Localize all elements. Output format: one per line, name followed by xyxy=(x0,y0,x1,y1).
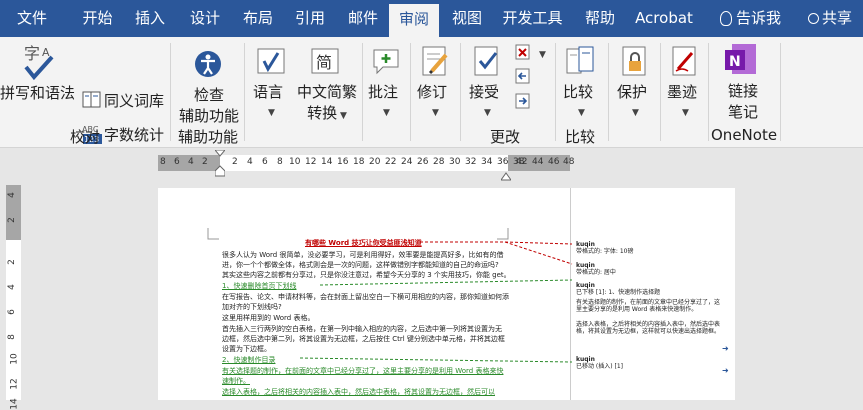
balloon-author: kuqin xyxy=(576,262,595,269)
arrow-right-icon: ➜ xyxy=(722,344,729,353)
balloon-text: 已下移 [1]: 1、快速制作选择题 xyxy=(576,289,661,296)
balloon-author: kuqin xyxy=(576,356,595,363)
markup-connectors xyxy=(299,241,573,363)
balloon-text: 带格式的: 字体: 10磅 xyxy=(576,248,634,255)
comment-balloon[interactable]: kuqin 已移动 (插入) [1] xyxy=(576,356,623,370)
arrow-right-icon: ➜ xyxy=(722,366,729,375)
comment-balloon[interactable]: kuqin 带格式的: 字体: 10磅 xyxy=(576,241,634,255)
balloon-text: 已移动 (插入) [1] xyxy=(576,363,623,370)
balloon-author: kuqin xyxy=(576,282,595,289)
balloon-body: 选择入表格，之后将相关的内容插入表中，然后选中表格，将其设置为无边框，这样就可以… xyxy=(576,321,721,335)
balloon-body: 有关选择题的制作，在前面的文章中已经分享过了，这里主要分享的是利用 Word 表… xyxy=(576,299,721,313)
comment-balloon[interactable]: kuqin 带格式的: 居中 xyxy=(576,262,616,276)
balloon-text: 带格式的: 居中 xyxy=(576,269,616,276)
balloon-author: kuqin xyxy=(576,241,595,248)
comment-balloon[interactable]: kuqin 已下移 [1]: 1、快速制作选择题 xyxy=(576,282,660,296)
